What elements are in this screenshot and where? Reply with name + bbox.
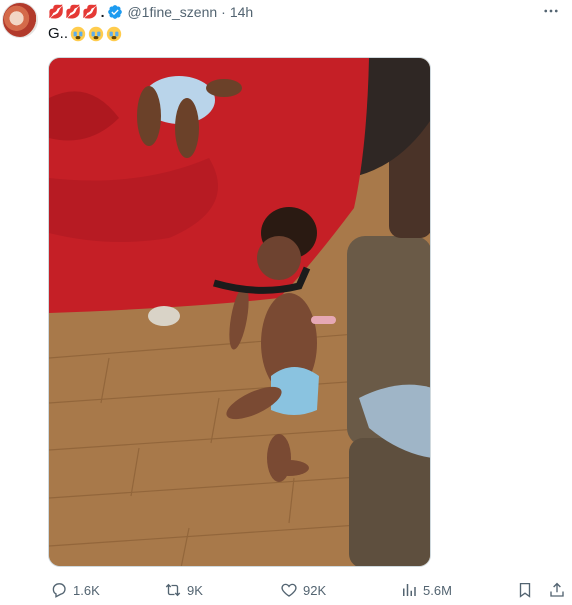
- tweet-text: G..: [48, 24, 122, 44]
- views-count: 5.6M: [423, 582, 452, 598]
- reply-button[interactable]: 1.6K: [50, 578, 100, 602]
- tweet-photo[interactable]: [48, 57, 431, 567]
- bookmark-icon: [519, 582, 531, 598]
- separator: ·: [221, 4, 226, 20]
- share-icon: [550, 582, 564, 597]
- tweet-card: 💋💋💋 . @1fine_szenn · 14h G.. 1.6K 9K 92K…: [0, 0, 572, 605]
- verified-badge-icon: [108, 5, 123, 19]
- share-button[interactable]: [548, 578, 571, 602]
- crying-face-emoji-icon: [70, 26, 86, 42]
- handle[interactable]: @1fine_szenn: [127, 3, 217, 21]
- like-count: 92K: [303, 582, 327, 598]
- tweet-actions: 1.6K 9K 92K 5.6M: [48, 578, 568, 602]
- avatar[interactable]: [2, 2, 38, 38]
- views-chart-icon: [403, 584, 416, 596]
- crying-face-emoji-icon: [88, 26, 104, 42]
- views-button[interactable]: 5.6M: [400, 578, 452, 602]
- display-name-suffix[interactable]: .: [101, 3, 105, 21]
- reply-count: 1.6K: [73, 582, 100, 598]
- photo-illustration: [49, 58, 430, 566]
- tweet-header: 💋💋💋 . @1fine_szenn · 14h: [48, 3, 253, 21]
- bookmark-button[interactable]: [516, 578, 539, 602]
- tweet-text-content: G..: [48, 25, 69, 42]
- timestamp[interactable]: 14h: [230, 3, 253, 21]
- retweet-icon: [165, 583, 181, 597]
- retweet-button[interactable]: 9K: [164, 578, 203, 602]
- like-button[interactable]: 92K: [280, 578, 326, 602]
- reply-icon: [52, 583, 66, 598]
- heart-icon: [281, 583, 297, 597]
- more-options-icon[interactable]: [542, 2, 560, 20]
- display-name-emojis[interactable]: 💋💋💋: [48, 3, 100, 21]
- retweet-count: 9K: [187, 582, 203, 598]
- crying-face-emoji-icon: [106, 26, 122, 42]
